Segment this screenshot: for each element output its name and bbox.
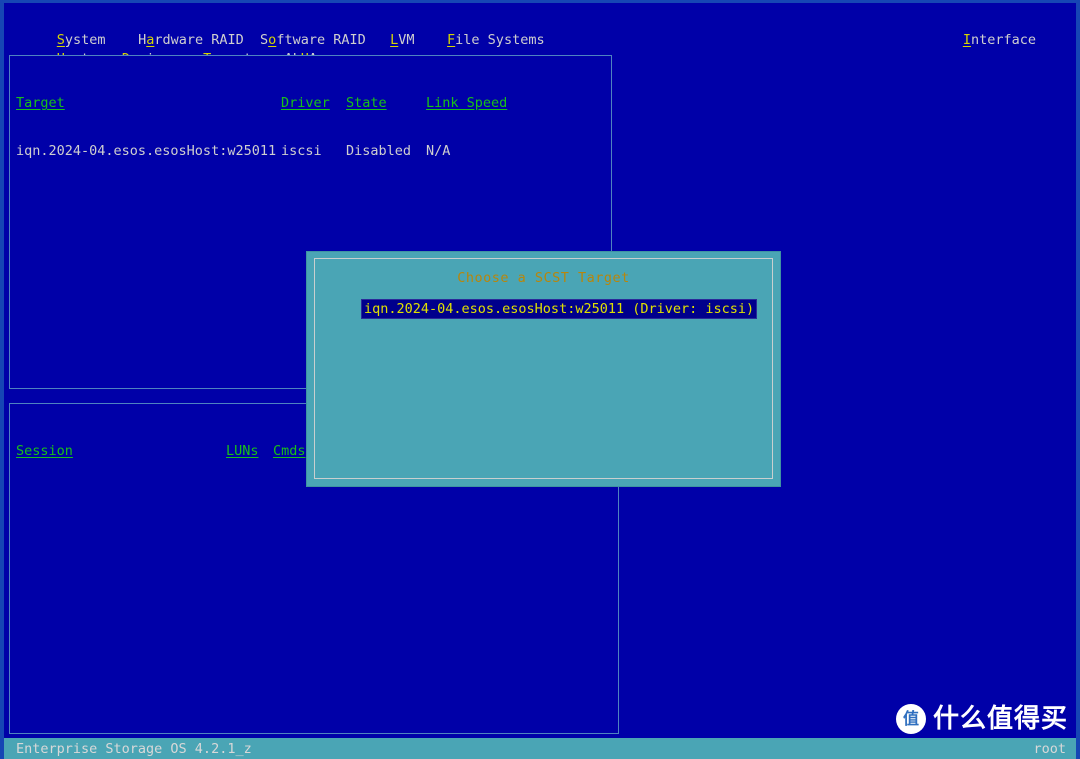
sessions-table-header-row: Session LUNs Cmds (16, 443, 306, 459)
menu-item-lvm[interactable]: LVM (390, 31, 414, 50)
dialog-option-list[interactable]: iqn.2024-04.esos.esosHost:w25011 (Driver… (360, 299, 758, 319)
menu-label-lvm: VM (398, 32, 415, 48)
table-row[interactable]: iqn.2024-04.esos.esosHost:w25011 iscsi Dis… (16, 143, 507, 159)
dialog-title: Choose a SCST Target (457, 270, 630, 286)
targets-col-link-speed[interactable]: Link Speed (426, 95, 507, 111)
menu-hotkey-file-systems: F (447, 32, 456, 48)
dialog-option-selected[interactable]: iqn.2024-04.esos.esosHost:w25011 (Driver… (360, 299, 758, 319)
screen-frame-left (0, 0, 4, 759)
sessions-col-session[interactable]: Session (16, 443, 226, 459)
sessions-table: Session LUNs Cmds (16, 411, 306, 491)
menu-item-file-systems[interactable]: File Systems (447, 31, 545, 50)
terminal-screen: System Hardware RAID Software RAID LVM F… (0, 0, 1080, 759)
menu-row-secondary: Hosts Devices Targets ALUA (8, 31, 317, 67)
targets-cell-link-speed: N/A (426, 143, 451, 159)
menu-label-interface: nterface (970, 32, 1036, 48)
menu-item-interface[interactable]: Interface (963, 31, 1036, 50)
choose-scst-target-dialog[interactable]: Choose a SCST Target iqn.2024-04.esos.es… (307, 252, 780, 486)
menu-gap-4 (415, 31, 448, 50)
sessions-col-cmds[interactable]: Cmds (273, 443, 306, 459)
dialog-inner-border (314, 258, 773, 479)
targets-col-state[interactable]: State (346, 95, 426, 111)
sessions-col-luns[interactable]: LUNs (226, 443, 273, 459)
watermark-text: 什么值得买 (932, 704, 1068, 734)
targets-cell-target: iqn.2024-04.esos.esosHost:w25011 (16, 143, 277, 159)
menu-bar: System Hardware RAID Software RAID LVM F… (8, 12, 1072, 67)
menu-hotkey-interface: I (962, 32, 971, 48)
watermark: 值 什么值得买 (895, 699, 1068, 739)
targets-col-driver[interactable]: Driver (281, 95, 346, 111)
targets-col-target[interactable]: Target (16, 95, 281, 111)
targets-table-header-row: Target Driver State Link Speed (16, 95, 507, 111)
status-bar: Enterprise Storage OS 4.2.1_z root (4, 738, 1076, 759)
targets-cell-driver: iscsi (281, 143, 322, 159)
menu-label-file-systems: ile Systems (455, 32, 545, 48)
screen-frame-right (1076, 0, 1080, 759)
menu-row-primary: System Hardware RAID Software RAID LVM F… (8, 12, 545, 48)
watermark-logo-icon: 值 (895, 704, 926, 734)
status-bar-user: root (1033, 741, 1066, 757)
status-bar-product: Enterprise Storage OS 4.2.1_z (16, 741, 252, 757)
targets-cell-state: Disabled (346, 143, 412, 159)
menu-gap-3 (366, 31, 390, 50)
targets-table: Target Driver State Link Speed iqn.2024-04.… (16, 63, 507, 191)
screen-frame-top (0, 0, 1080, 3)
